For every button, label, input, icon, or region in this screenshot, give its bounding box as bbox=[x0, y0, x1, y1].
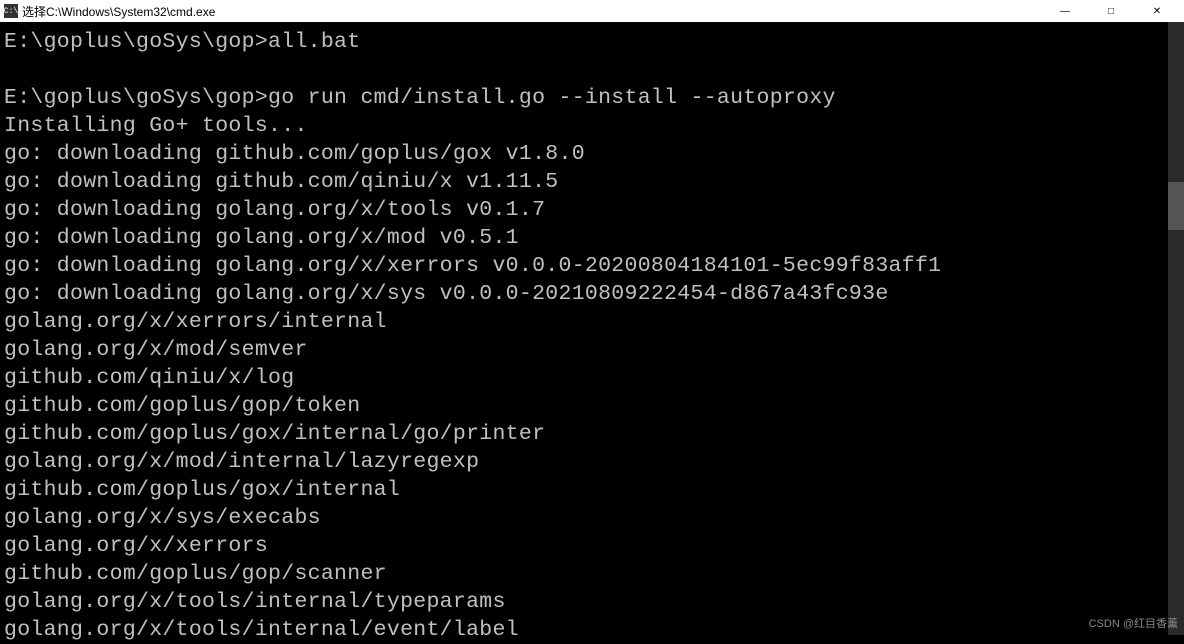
maximize-button[interactable]: □ bbox=[1088, 0, 1134, 22]
cmd-icon: C:\ bbox=[4, 4, 18, 18]
terminal-line: golang.org/x/tools/internal/typeparams bbox=[4, 588, 1180, 616]
terminal-line: golang.org/x/xerrors/internal bbox=[4, 308, 1180, 336]
terminal-line: golang.org/x/sys/execabs bbox=[4, 504, 1180, 532]
window-title: 选择C:\Windows\System32\cmd.exe bbox=[22, 3, 1042, 20]
terminal-line: go: downloading golang.org/x/mod v0.5.1 bbox=[4, 224, 1180, 252]
terminal-line: E:\goplus\goSys\gop>all.bat bbox=[4, 28, 1180, 56]
terminal-output[interactable]: E:\goplus\goSys\gop>all.bat E:\goplus\go… bbox=[0, 22, 1184, 635]
terminal-line: github.com/goplus/gop/scanner bbox=[4, 560, 1180, 588]
terminal-line: golang.org/x/mod/internal/lazyregexp bbox=[4, 448, 1180, 476]
terminal-line: E:\goplus\goSys\gop>go run cmd/install.g… bbox=[4, 84, 1180, 112]
terminal-line: github.com/goplus/gox/internal/go/printe… bbox=[4, 420, 1180, 448]
terminal-line: go: downloading golang.org/x/tools v0.1.… bbox=[4, 196, 1180, 224]
terminal-line: go: downloading golang.org/x/sys v0.0.0-… bbox=[4, 280, 1180, 308]
scrollbar-thumb[interactable] bbox=[1168, 182, 1184, 230]
terminal-line: Installing Go+ tools... bbox=[4, 112, 1180, 140]
minimize-button[interactable]: — bbox=[1042, 0, 1088, 22]
terminal-line: golang.org/x/tools/internal/event/label bbox=[4, 616, 1180, 644]
terminal-line: github.com/goplus/gox/internal bbox=[4, 476, 1180, 504]
terminal-line bbox=[4, 56, 1180, 84]
close-button[interactable]: ✕ bbox=[1134, 0, 1180, 22]
cmd-icon-label: C:\ bbox=[4, 7, 18, 16]
window-titlebar: C:\ 选择C:\Windows\System32\cmd.exe — □ ✕ bbox=[0, 0, 1184, 22]
watermark-text: CSDN @红目香薰 bbox=[1089, 615, 1178, 631]
terminal-line: go: downloading github.com/goplus/gox v1… bbox=[4, 140, 1180, 168]
terminal-line: go: downloading github.com/qiniu/x v1.11… bbox=[4, 168, 1180, 196]
window-controls: — □ ✕ bbox=[1042, 0, 1180, 22]
terminal-line: go: downloading golang.org/x/xerrors v0.… bbox=[4, 252, 1180, 280]
scrollbar-track[interactable] bbox=[1168, 22, 1184, 635]
terminal-line: github.com/goplus/gop/token bbox=[4, 392, 1180, 420]
terminal-line: golang.org/x/xerrors bbox=[4, 532, 1180, 560]
terminal-line: golang.org/x/mod/semver bbox=[4, 336, 1180, 364]
terminal-line: github.com/qiniu/x/log bbox=[4, 364, 1180, 392]
